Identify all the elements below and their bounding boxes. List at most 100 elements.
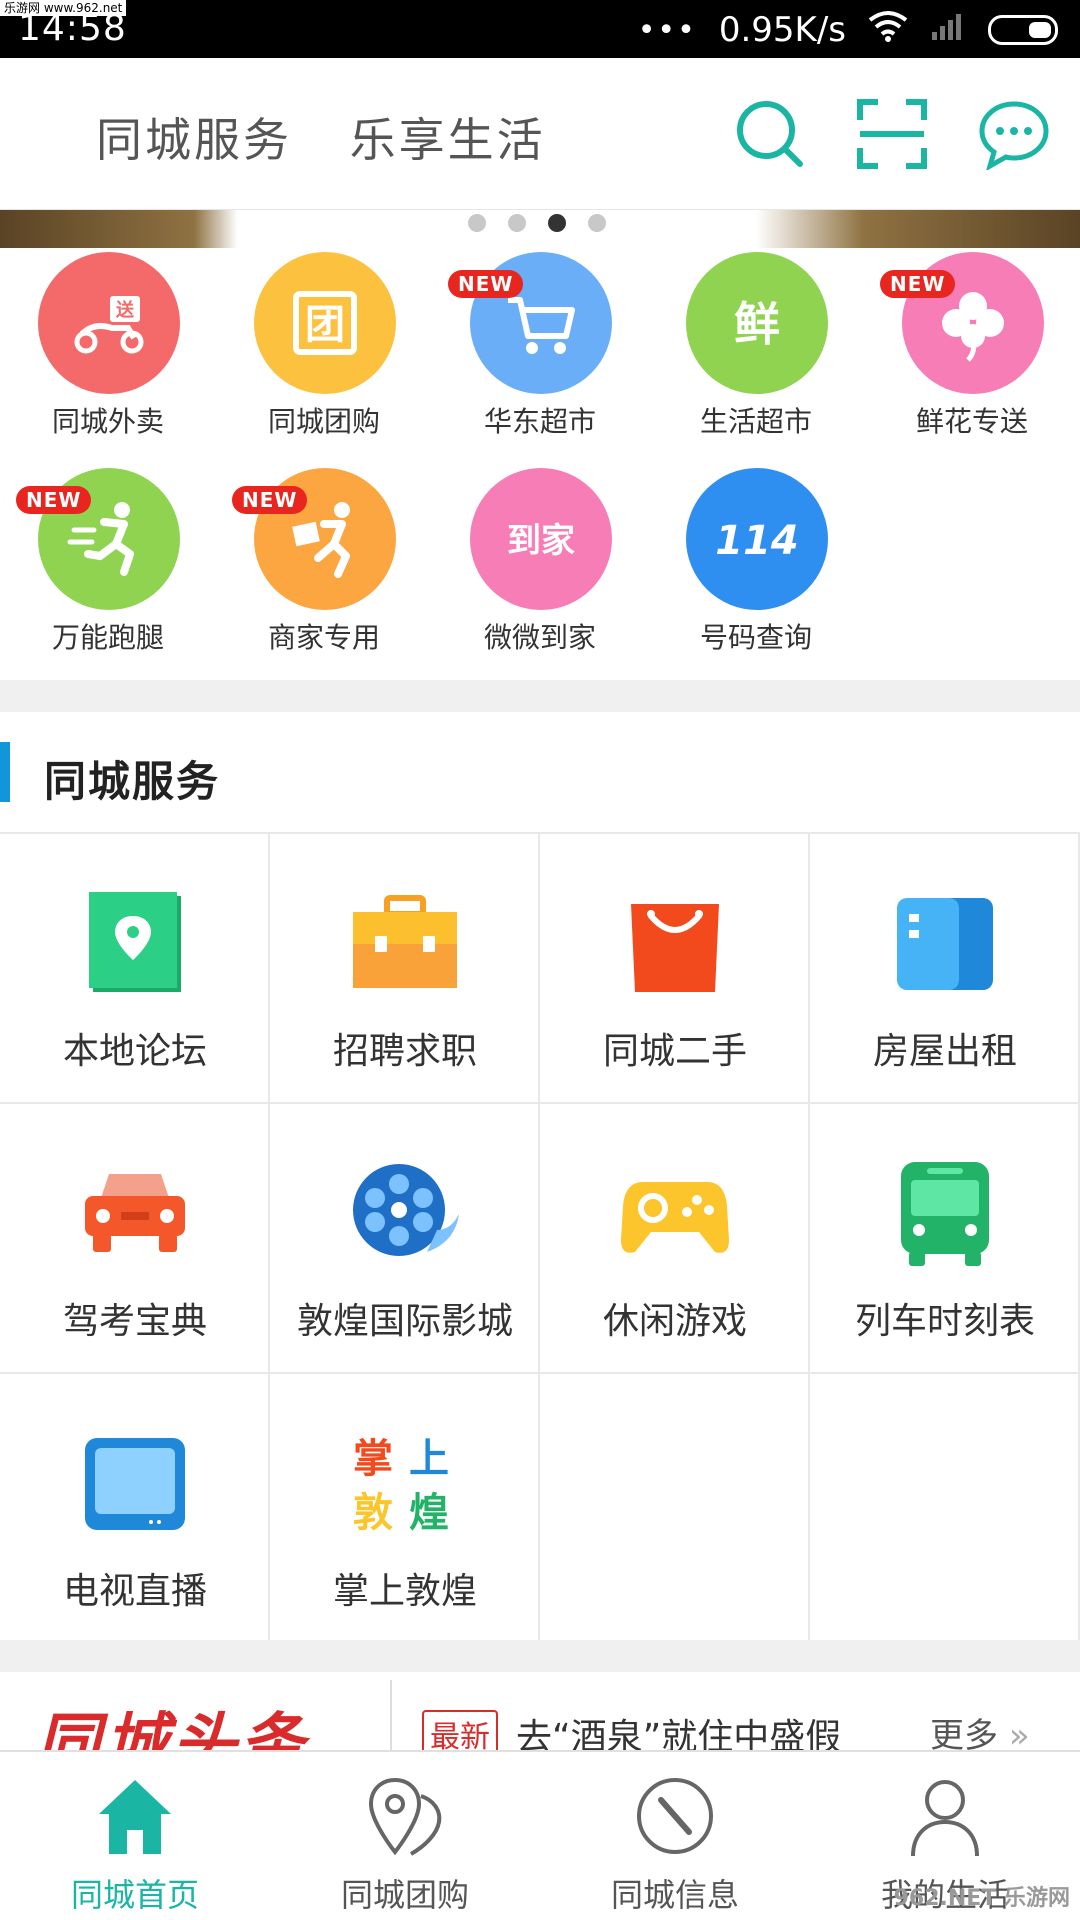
new-badge: NEW [880,270,956,298]
banner-dot-active[interactable] [548,214,566,232]
bus-icon [887,1156,1003,1272]
new-badge: NEW [448,270,524,298]
scan-icon[interactable] [856,98,928,170]
service-label: 敦煌国际影城 [296,1301,513,1342]
quick-label: 生活超市 [699,405,812,438]
logo-char-1: 掌 [353,1436,393,1482]
service-label: 招聘求职 [332,1031,477,1072]
headline-news[interactable]: 同城头条 最新 去“酒泉”就住中盛假 更多 » [0,1672,1080,1750]
slogan-right: 乐享生活 [349,113,546,167]
service-local-forum[interactable]: 本地论坛 [0,834,270,1104]
banner-dot[interactable] [468,214,486,232]
service-label: 列车时刻表 [854,1301,1035,1342]
tv-icon [77,1426,193,1542]
section-separator [0,680,1080,712]
quick-item-takeout[interactable]: 送 同城外卖 [8,252,208,452]
scooter-icon: 送 [38,252,180,394]
battery-icon [988,15,1058,45]
service-label: 电视直播 [62,1571,207,1612]
quick-item-flower-delivery[interactable]: NEW 鲜花专送 [872,252,1072,452]
quick-label: 商家专用 [267,621,380,654]
map-pin-icon [361,1772,449,1860]
gamepad-icon [617,1156,733,1272]
nav-label: 同城首页 [70,1876,199,1914]
home-delivery-icon: 到家 [470,468,612,610]
home-delivery-glyph: 到家 [507,521,575,561]
news-latest-badge: 最新 [422,1710,498,1750]
door-icon [887,886,1003,1002]
fresh-glyph: 鲜 [734,297,780,351]
quick-label: 号码查询 [699,621,812,654]
bottom-navigation: 同城首页 同城团购 同城信息 我的生活 962.NET 乐游网 [0,1750,1080,1920]
service-label: 同城二手 [602,1031,747,1072]
quick-item-merchant[interactable]: NEW 商家专用 [224,468,424,668]
quick-item-group-buy[interactable]: 团 同城团购 [224,252,424,452]
zhangshang-dunhuang-logo: 掌 上 敦 煌 [347,1426,463,1542]
nav-item-home[interactable]: 同城首页 [0,1772,270,1920]
slogan-left: 同城服务 [96,113,292,167]
quick-item-huadong-market[interactable]: NEW 华东超市 [440,252,640,452]
shopping-bag-icon [617,886,733,1002]
quick-item-life-market[interactable]: 鲜 生活超市 [656,252,856,452]
notification-dots: ••• [637,12,697,48]
banner-dot[interactable] [508,214,526,232]
news-logo: 同城头条 [36,1707,308,1750]
nav-label: 同城团购 [340,1876,469,1914]
logo-char-3: 敦 [353,1490,393,1536]
service-label: 驾考宝典 [62,1301,207,1342]
banner-pagination [468,214,606,232]
section-title: 同城服务 [44,757,221,806]
user-icon [901,1772,989,1860]
service-second-hand[interactable]: 同城二手 [540,834,810,1104]
service-label: 房屋出租 [872,1031,1017,1072]
news-divider [390,1680,392,1750]
quick-label: 鲜花专送 [915,405,1028,438]
service-jobs[interactable]: 招聘求职 [270,834,540,1104]
service-cinema[interactable]: 敦煌国际影城 [270,1104,540,1374]
quick-item-number-lookup[interactable]: 114 号码查询 [656,468,856,668]
network-speed: 0.95K/s [718,10,846,50]
car-icon [77,1156,193,1272]
wifi-icon [868,10,908,51]
compass-icon [631,1772,719,1860]
service-driving-test[interactable]: 驾考宝典 [0,1104,270,1374]
service-tv-live[interactable]: 电视直播 [0,1374,270,1644]
status-bar: 乐游网 www.962.net 14:58 ••• 0.95K/s [0,0,1080,58]
service-casual-games[interactable]: 休闲游戏 [540,1104,810,1374]
film-reel-icon [347,1156,463,1272]
service-label: 本地论坛 [62,1031,207,1072]
quick-item-errand[interactable]: NEW 万能跑腿 [8,468,208,668]
service-train-schedule[interactable]: 列车时刻表 [810,1104,1080,1374]
message-icon[interactable] [978,98,1050,172]
group-buy-icon: 团 [254,252,396,394]
quick-services-grid: 送 同城外卖 团 同城团购 NEW 华东超市 鲜 生活超市 NEW 鲜花专送 N… [0,248,1080,680]
news-more-label: 更多 [930,1716,998,1750]
quick-label: 同城团购 [267,405,380,438]
scooter-glyph: 送 [115,299,135,321]
services-grid: 本地论坛 招聘求职 同城二手 房屋出租 驾考宝典 敦煌国际影城 休闲游戏 列车时… [0,832,1080,1644]
phone-114-glyph: 114 [715,518,799,564]
service-zhangshang-dunhuang[interactable]: 掌 上 敦 煌 掌上敦煌 [270,1374,540,1644]
nav-item-group-buy[interactable]: 同城团购 [270,1772,540,1920]
logo-char-4: 煌 [409,1490,449,1536]
service-house-rental[interactable]: 房屋出租 [810,834,1080,1104]
briefcase-icon [347,886,463,1002]
status-time: 14:58 [18,8,127,49]
service-label: 休闲游戏 [602,1301,747,1342]
group-buy-glyph: 团 [305,302,345,348]
double-chevron-right-icon: » [1008,1716,1030,1750]
quick-label: 华东超市 [483,405,596,438]
news-more-link[interactable]: 更多 » [930,1708,1030,1750]
news-headline[interactable]: 去“酒泉”就住中盛假 [516,1708,841,1750]
location-forum-icon [77,886,193,1002]
status-indicators: ••• 0.95K/s [638,8,1058,52]
signal-icon [930,10,966,51]
quick-item-weiwei-home[interactable]: 到家 微微到家 [440,468,640,668]
nav-item-info[interactable]: 同城信息 [540,1772,810,1920]
logo-char-2: 上 [409,1436,449,1482]
site-watermark: 962.NET 乐游网 [893,1886,1070,1911]
search-icon[interactable] [734,98,806,170]
service-empty-cell [540,1374,810,1644]
phone-114-icon: 114 [686,468,828,610]
banner-dot[interactable] [588,214,606,232]
